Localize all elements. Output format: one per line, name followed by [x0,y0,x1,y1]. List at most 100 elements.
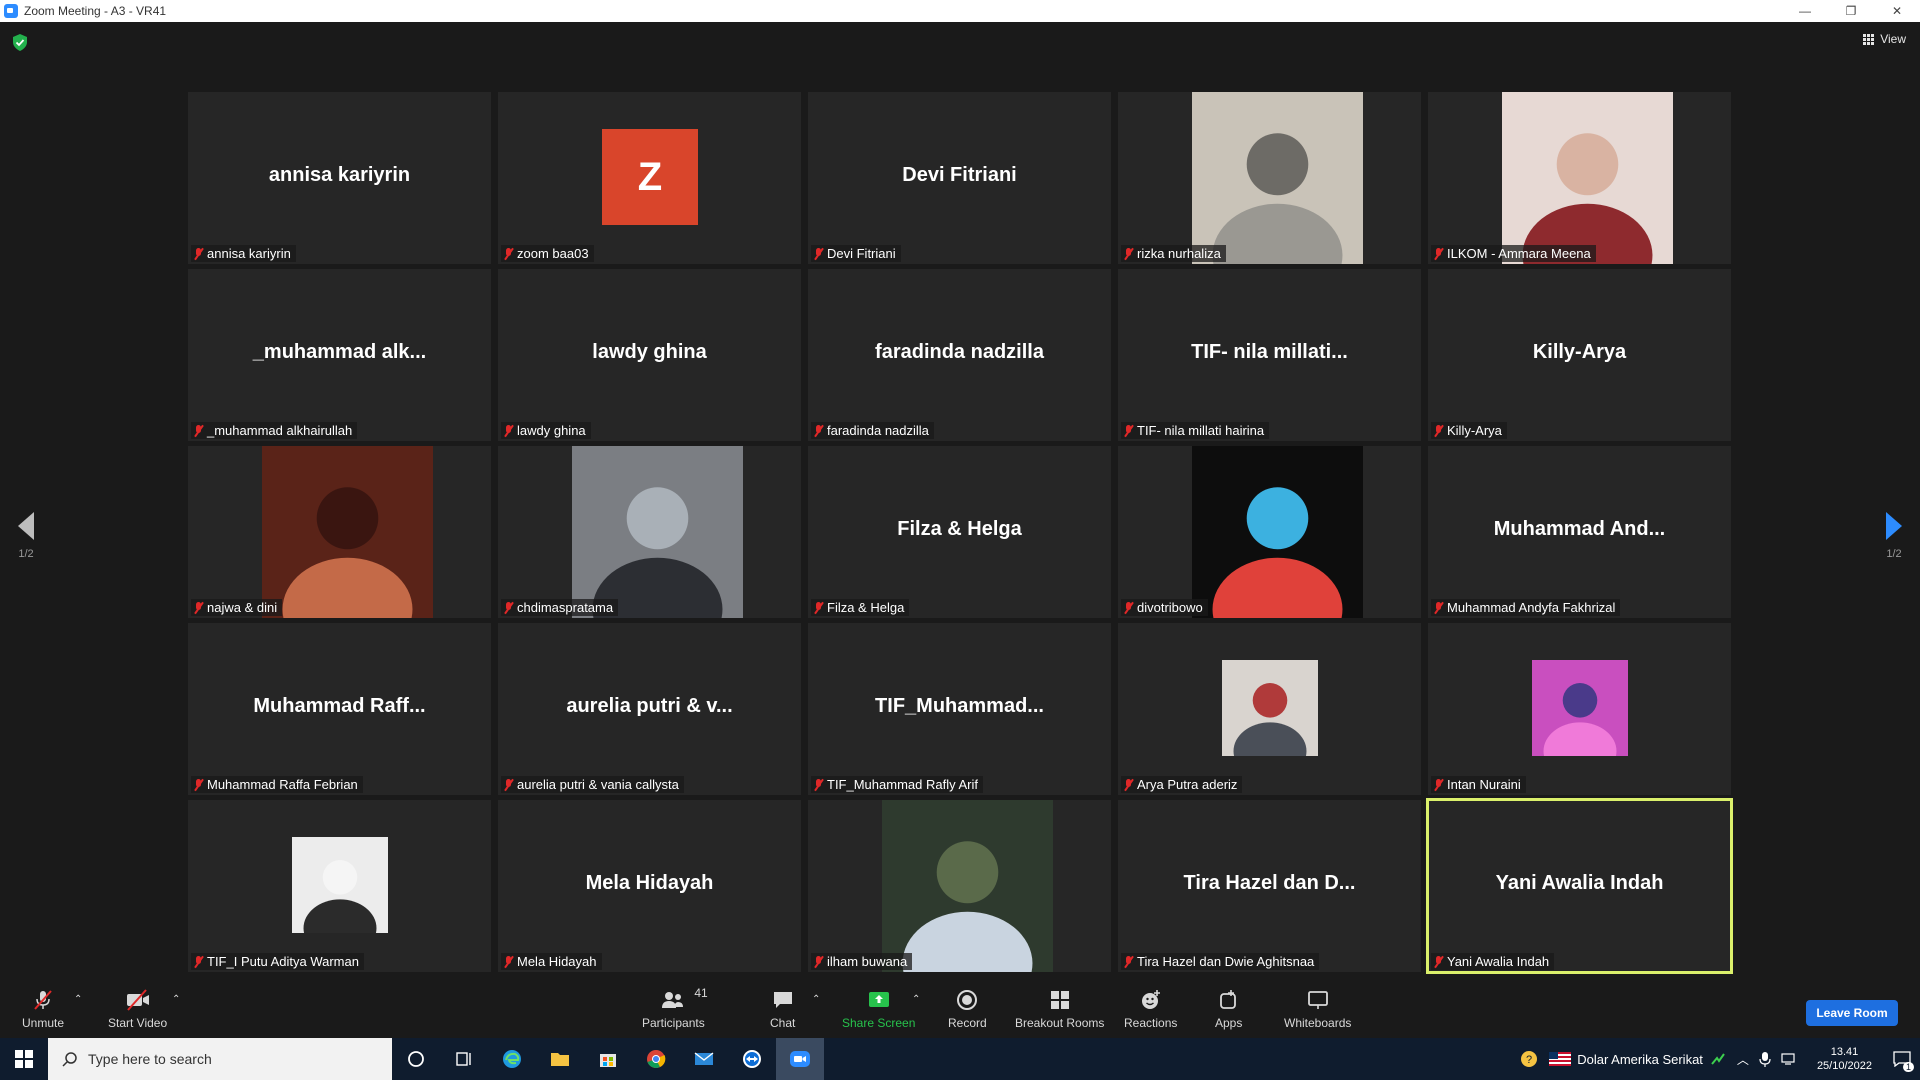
participant-tile[interactable]: Arya Putra aderiz [1118,623,1421,795]
start-video-button[interactable]: Start Video [108,988,167,1030]
notifications-button[interactable]: 1 [1884,1038,1920,1080]
participant-name: aurelia putri & vania callysta [517,777,679,792]
clock-time: 13.41 [1830,1046,1859,1058]
store-app[interactable] [584,1038,632,1080]
zoom-taskbar-app[interactable] [776,1038,824,1080]
apps-button[interactable]: Apps [1215,988,1242,1030]
zoom-icon [790,1051,810,1067]
unmute-button[interactable]: Unmute [22,988,64,1030]
participant-tile[interactable]: Yani Awalia Indah Yani Awalia Indah [1426,798,1733,974]
zoom-window: Zoom Meeting - A3 - VR41 — ❐ ✕ View 1/2 … [0,0,1920,1080]
participant-video [1502,92,1673,264]
participant-tile[interactable]: rizka nurhaliza [1118,92,1421,264]
minimize-button[interactable]: — [1782,0,1828,22]
audio-options-caret-icon[interactable]: ⌃ [74,994,82,1005]
participant-tile[interactable]: annisa kariyrin annisa kariyrin [188,92,491,264]
cortana-circle-icon [408,1051,424,1067]
record-button[interactable]: Record [948,988,987,1030]
mic-muted-icon [1124,247,1133,260]
participant-tile[interactable]: Mela Hidayah Mela Hidayah [498,800,801,972]
taskbar-search-box[interactable]: Type here to search [48,1038,392,1080]
breakout-rooms-button[interactable]: Breakout Rooms [1015,988,1104,1030]
participant-tile[interactable]: ILKOM - Ammara Meena [1428,92,1731,264]
currency-widget[interactable]: Dolar Amerika Serikat [1577,1052,1703,1067]
close-button[interactable]: ✕ [1874,0,1920,22]
participant-display-name: Tira Hazel dan D... [1183,872,1356,894]
participant-tile[interactable]: TIF- nila millati... TIF- nila millati ha… [1118,269,1421,441]
participant-tile[interactable]: Muhammad Raff... Muhammad Raffa Febrian [188,623,491,795]
video-options-caret-icon[interactable]: ⌃ [172,994,180,1005]
mic-muted-icon [194,778,203,791]
participant-name-label: divotribowo [1121,599,1208,616]
participant-video [572,446,743,618]
reactions-button[interactable]: Reactions [1124,988,1177,1030]
whiteboard-icon [1307,991,1328,1009]
chat-options-caret-icon[interactable]: ⌃ [812,994,820,1005]
participant-tile[interactable]: Killy-Arya Killy-Arya [1428,269,1731,441]
participant-name: annisa kariyrin [207,246,291,261]
previous-page-button[interactable]: 1/2 [18,512,34,560]
apps-icon [1219,990,1236,1009]
participant-tile[interactable]: aurelia putri & v... aurelia putri & vani… [498,623,801,795]
participant-name: lawdy ghina [517,423,586,438]
share-options-caret-icon[interactable]: ⌃ [912,994,920,1005]
participant-name-label: Muhammad Andyfa Fakhrizal [1431,599,1621,616]
whiteboards-button[interactable]: Whiteboards [1284,988,1351,1030]
start-button[interactable] [0,1038,48,1080]
mic-muted-icon [814,778,823,791]
file-explorer-app[interactable] [536,1038,584,1080]
participant-video [882,800,1053,972]
participant-name: Intan Nuraini [1447,777,1521,792]
teamviewer-app[interactable] [728,1038,776,1080]
participant-tile[interactable]: faradinda nadzilla faradinda nadzilla [808,269,1111,441]
view-button[interactable]: View [1863,32,1906,46]
window-title: Zoom Meeting - A3 - VR41 [24,4,167,18]
participant-display-name: Mela Hidayah [585,872,714,894]
participant-name-label: lawdy ghina [501,422,591,439]
participant-name: rizka nurhaliza [1137,246,1221,261]
clock-date: 25/10/2022 [1816,1060,1872,1072]
show-hidden-icons-chevron-icon[interactable]: ︿ [1737,1051,1749,1068]
edge-app[interactable] [488,1038,536,1080]
participant-tile[interactable]: divotribowo [1118,446,1421,618]
microphone-icon[interactable] [1759,1051,1771,1067]
cortana-button[interactable] [392,1038,440,1080]
mic-muted-icon [814,601,823,614]
participant-name-label: annisa kariyrin [191,245,296,262]
participant-tile[interactable]: chdimaspratama [498,446,801,618]
share-screen-button[interactable]: Share Screen [842,988,915,1030]
participant-tile[interactable]: Intan Nuraini [1428,623,1731,795]
participant-name-label: TIF- nila millati hairina [1121,422,1270,439]
participant-name: Mela Hidayah [517,954,597,969]
network-icon[interactable] [1781,1052,1797,1066]
taskbar-clock[interactable]: 13.41 25/10/2022 [1817,1045,1872,1073]
security-shield-icon[interactable] [12,34,28,51]
edge-icon [503,1050,521,1068]
participants-button[interactable]: 41 Participants [642,986,708,1030]
participant-tile[interactable]: Filza & Helga Filza & Helga [808,446,1111,618]
participant-tile[interactable]: Devi Fitriani Devi Fitriani [808,92,1111,264]
participants-count: 41 [694,986,708,1000]
chrome-app[interactable] [632,1038,680,1080]
maximize-button[interactable]: ❐ [1828,0,1874,22]
participant-tile[interactable]: najwa & dini [188,446,491,618]
participant-tile[interactable]: Tira Hazel dan D... Tira Hazel dan Dwie A… [1118,800,1421,972]
share-screen-label: Share Screen [842,1016,916,1030]
mail-app[interactable] [680,1038,728,1080]
next-page-button[interactable]: 1/2 [1886,512,1902,560]
windows-taskbar: Type here to search ? Dolar Amerika Seri… [0,1038,1920,1080]
mic-muted-icon [504,424,513,437]
participant-tile[interactable]: TIF_Muhammad... TIF_Muhammad Rafly Arif [808,623,1111,795]
participant-tile[interactable]: ilham buwana [808,800,1111,972]
chat-button[interactable]: Chat [770,988,795,1030]
participant-tile[interactable]: Muhammad And... Muhammad Andyfa Fakhrizal [1428,446,1731,618]
leave-room-button[interactable]: Leave Room [1806,1000,1898,1026]
participant-tile[interactable]: lawdy ghina lawdy ghina [498,269,801,441]
participant-tile[interactable]: Zzoom baa03 [498,92,801,264]
participant-tile[interactable]: _muhammad alk... _muhammad alkhairullah [188,269,491,441]
participant-name: TIF_I Putu Aditya Warman [207,954,359,969]
participant-tile[interactable]: TIF_I Putu Aditya Warman [188,800,491,972]
participant-name: Muhammad Raffa Febrian [207,777,358,792]
task-view-button[interactable] [440,1038,488,1080]
help-icon[interactable]: ? [1519,1049,1539,1069]
